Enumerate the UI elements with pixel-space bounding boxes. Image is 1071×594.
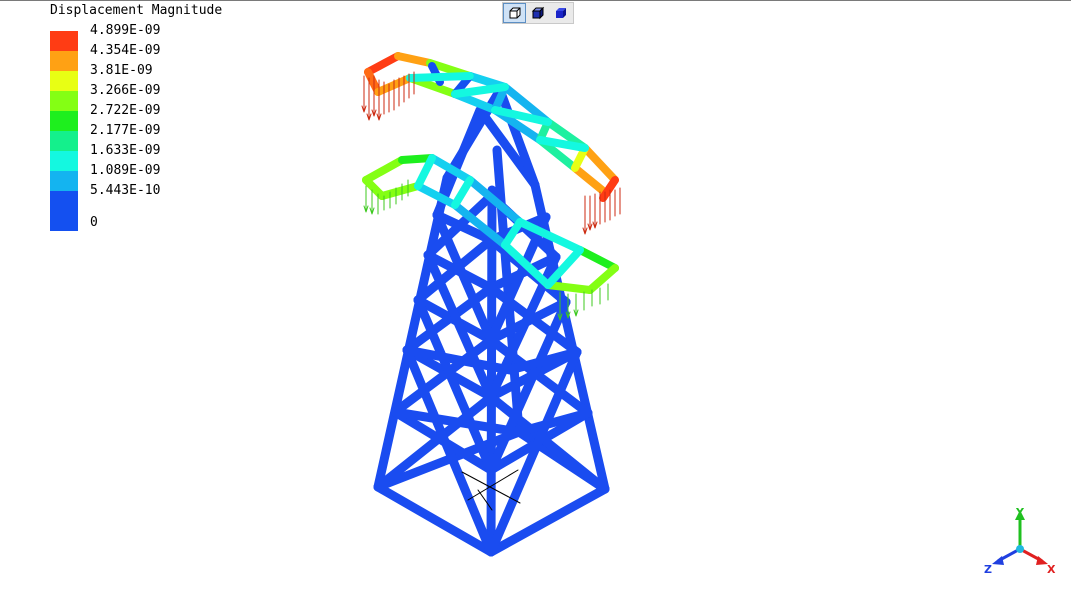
z-axis-label: Z <box>984 563 992 576</box>
y-axis-label: Y <box>1015 506 1025 519</box>
axis-triad: Y X Z <box>984 506 1056 576</box>
model-viewport[interactable]: Y X Z <box>0 0 1071 594</box>
transmission-tower-model[interactable] <box>361 52 621 557</box>
axis-origin <box>1016 545 1024 553</box>
x-axis-label: X <box>1047 563 1056 576</box>
z-axis-head <box>992 556 1004 565</box>
